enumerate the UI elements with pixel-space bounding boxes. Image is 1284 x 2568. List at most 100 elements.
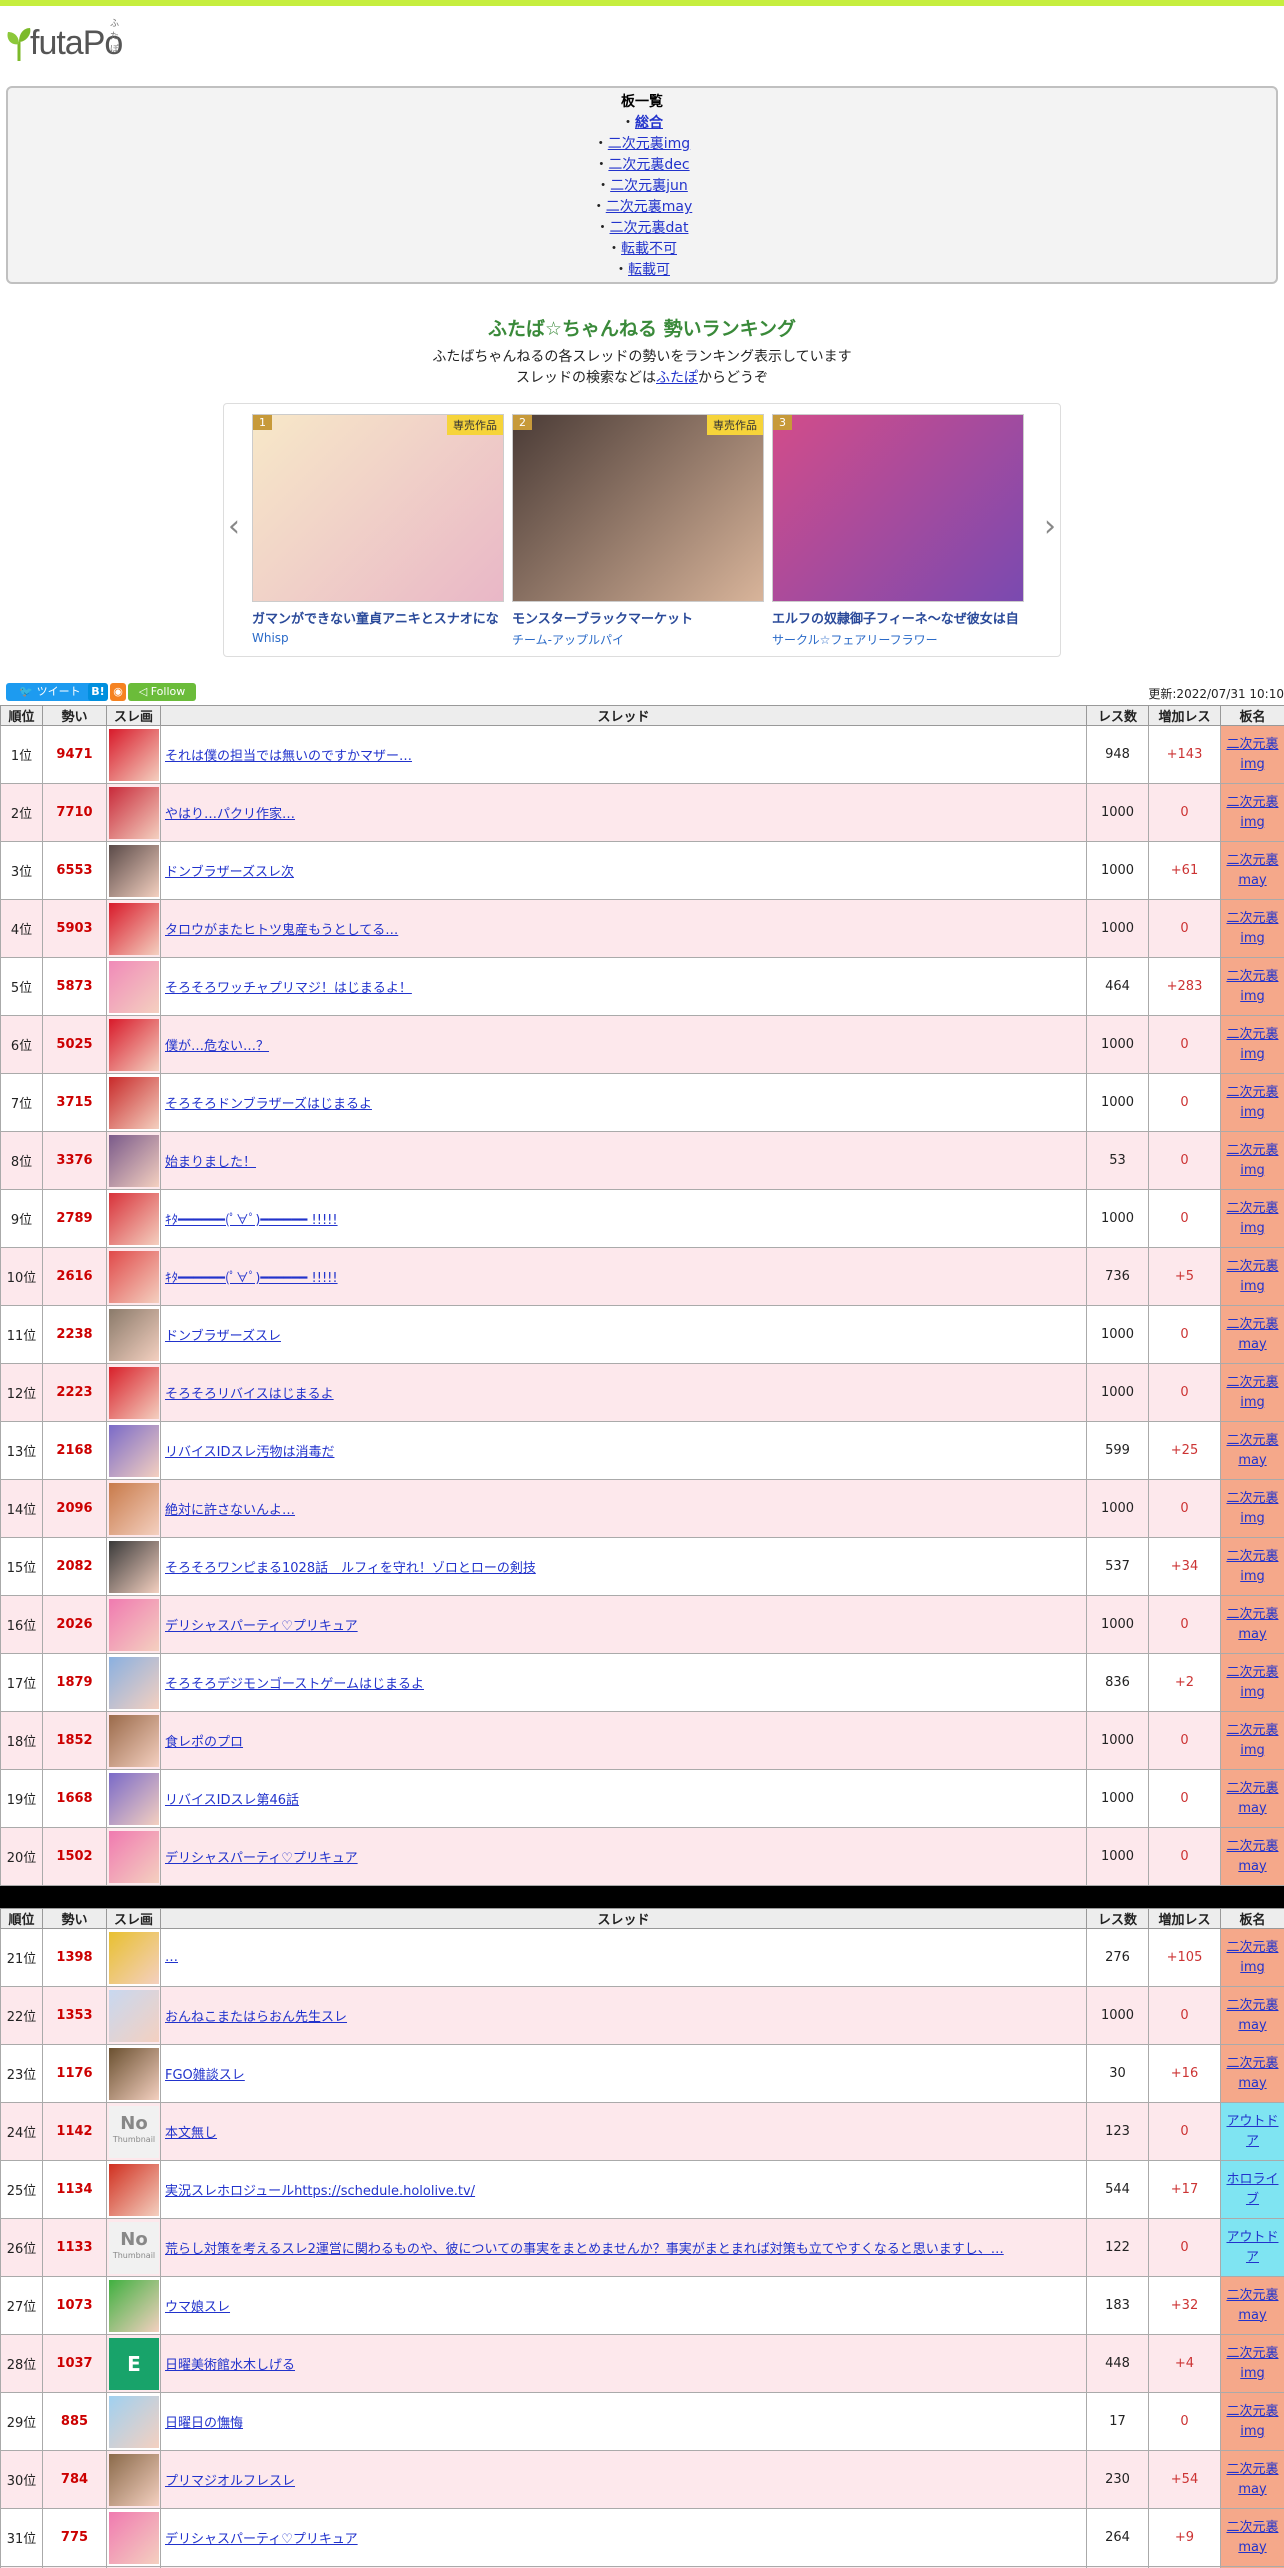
thumbnail-cell[interactable]: No Thumbnail <box>106 2218 161 2277</box>
board-name-link[interactable]: img <box>1240 1569 1265 1584</box>
thumbnail-cell[interactable] <box>106 1928 161 1987</box>
thread-title-link[interactable]: … <box>165 1950 178 1965</box>
board-name-link[interactable]: img <box>1240 1163 1265 1178</box>
carousel-slide[interactable]: 1 専売作品 ガマンができない童貞アニキとスナオにな Whisp <box>252 414 504 645</box>
thumbnail-cell[interactable] <box>106 841 161 900</box>
board-name-link[interactable]: img <box>1240 1047 1265 1062</box>
slide-title[interactable]: ガマンができない童貞アニキとスナオにな <box>252 608 504 627</box>
thread-title-link[interactable]: ドンブラザーズスレ次 <box>165 865 294 880</box>
board-name-link[interactable]: 二次元裏 <box>1226 2404 1278 2419</box>
board-name-link[interactable]: img <box>1240 815 1265 830</box>
board-link[interactable]: 転載可 <box>628 262 670 278</box>
thread-thumbnail-image[interactable] <box>109 844 159 897</box>
thumbnail-cell[interactable] <box>106 2160 161 2219</box>
thread-thumbnail-image[interactable] <box>109 1714 159 1767</box>
board-name-link[interactable]: may <box>1238 1859 1266 1874</box>
board-name-link[interactable]: 二次元裏 <box>1226 2346 1278 2361</box>
thumbnail-cell[interactable] <box>106 783 161 842</box>
thumbnail-cell[interactable] <box>106 1363 161 1422</box>
thumbnail-cell[interactable] <box>106 2276 161 2335</box>
thread-thumbnail-image[interactable] <box>109 1076 159 1129</box>
board-name-link[interactable]: 二次元裏 <box>1226 1781 1278 1796</box>
board-name-link[interactable]: 二次元裏 <box>1226 1491 1278 1506</box>
thumbnail-cell[interactable] <box>106 1305 161 1364</box>
board-name-link[interactable]: may <box>1238 2482 1266 2497</box>
board-name-link[interactable]: img <box>1240 1395 1265 1410</box>
thread-title-link[interactable]: 本文無し <box>165 2126 217 2141</box>
board-name-link[interactable]: 二次元裏 <box>1226 1940 1278 1955</box>
board-name-link[interactable]: img <box>1240 1743 1265 1758</box>
follow-button[interactable]: ◁ Follow <box>128 683 196 701</box>
thread-thumbnail-image[interactable] <box>109 2163 159 2216</box>
thread-thumbnail-image[interactable] <box>109 1989 159 2042</box>
board-link[interactable]: 二次元裏may <box>606 199 693 215</box>
board-name-link[interactable]: may <box>1238 1453 1266 1468</box>
board-name-link[interactable]: may <box>1238 2308 1266 2323</box>
board-name-link[interactable]: 二次元裏 <box>1226 1665 1278 1680</box>
board-name-link[interactable]: may <box>1238 2018 1266 2033</box>
board-name-link[interactable]: img <box>1240 1221 1265 1236</box>
board-name-link[interactable]: 二次元裏 <box>1226 2288 1278 2303</box>
board-name-link[interactable]: 二次元裏 <box>1226 1201 1278 1216</box>
thread-title-link[interactable]: デリシャスパーティ♡プリキュア <box>165 2532 358 2547</box>
board-name-link[interactable]: 二次元裏 <box>1226 1607 1278 1622</box>
board-link[interactable]: 二次元裏dec <box>608 157 689 173</box>
thumbnail-cell[interactable] <box>106 725 161 784</box>
thread-thumbnail-image[interactable] <box>109 1482 159 1535</box>
board-name-link[interactable]: ホロライブ <box>1226 2172 1278 2207</box>
board-name-link[interactable]: 二次元裏 <box>1226 2056 1278 2071</box>
thumbnail-cell[interactable] <box>106 1015 161 1074</box>
thread-thumbnail-image[interactable] <box>109 2453 159 2506</box>
no-thumbnail-image[interactable]: No Thumbnail <box>109 2105 159 2158</box>
board-link[interactable]: 転載不可 <box>621 241 677 257</box>
board-name-link[interactable]: img <box>1240 1960 1265 1975</box>
board-name-link[interactable]: img <box>1240 1685 1265 1700</box>
thread-thumbnail-image[interactable] <box>109 1250 159 1303</box>
thumbnail-cell[interactable] <box>106 2044 161 2103</box>
thumbnail-cell[interactable] <box>106 2450 161 2509</box>
board-name-link[interactable]: img <box>1240 2424 1265 2439</box>
thumbnail-cell[interactable]: No Thumbnail <box>106 2102 161 2161</box>
slide-circle[interactable]: チーム-アップルパイ <box>512 631 764 648</box>
thumbnail-cell[interactable] <box>106 2508 161 2567</box>
thread-title-link[interactable]: デリシャスパーティ♡プリキュア <box>165 1619 358 1634</box>
futapo-link[interactable]: ふたぽ <box>656 370 698 386</box>
thread-thumbnail-image[interactable] <box>109 1308 159 1361</box>
board-name-link[interactable]: 二次元裏 <box>1226 737 1278 752</box>
hatena-bookmark-button[interactable]: B! <box>88 683 108 701</box>
board-name-link[interactable]: 二次元裏 <box>1226 2520 1278 2535</box>
board-name-link[interactable]: img <box>1240 989 1265 1004</box>
board-name-link[interactable]: 二次元裏 <box>1226 1027 1278 1042</box>
board-name-link[interactable]: img <box>1240 1279 1265 1294</box>
thumbnail-cell[interactable] <box>106 1711 161 1770</box>
thread-thumbnail-image[interactable] <box>109 1192 159 1245</box>
thread-thumbnail-image[interactable] <box>109 786 159 839</box>
thumbnail-cell[interactable] <box>106 1537 161 1596</box>
board-name-link[interactable]: may <box>1238 1801 1266 1816</box>
thumbnail-cell[interactable] <box>106 1769 161 1828</box>
tweet-button[interactable]: 🐦 ツイート <box>6 683 94 701</box>
thread-title-link[interactable]: リバイスIDスレ汚物は消毒だ <box>165 1445 334 1460</box>
board-name-link[interactable]: 二次元裏 <box>1226 1723 1278 1738</box>
slide-title[interactable]: エルフの奴隷御子フィーネ～なぜ彼女は自 <box>772 608 1024 627</box>
thread-title-link[interactable]: リバイスIDスレ第46話 <box>165 1793 299 1808</box>
thread-thumbnail-image[interactable] <box>109 1424 159 1477</box>
thread-thumbnail-image[interactable] <box>109 1656 159 1709</box>
slide-image[interactable]: 2 専売作品 <box>512 414 764 602</box>
thread-thumbnail-image[interactable] <box>109 728 159 781</box>
board-name-link[interactable]: 二次元裏 <box>1226 1143 1278 1158</box>
board-name-link[interactable]: may <box>1238 2076 1266 2091</box>
board-name-link[interactable]: 二次元裏 <box>1226 2462 1278 2477</box>
thumbnail-cell[interactable] <box>106 1421 161 1480</box>
thread-title-link[interactable]: 実況スレホロジュールhttps://schedule.hololive.tv/ <box>165 2184 475 2199</box>
slide-image[interactable]: 3 <box>772 414 1024 602</box>
thread-thumbnail-image[interactable] <box>109 1830 159 1883</box>
board-name-link[interactable]: may <box>1238 873 1266 888</box>
carousel-slide[interactable]: 2 専売作品 モンスターブラックマーケット チーム-アップルパイ <box>512 414 764 648</box>
thread-thumbnail-image[interactable] <box>109 960 159 1013</box>
board-name-link[interactable]: may <box>1238 1627 1266 1642</box>
rss-icon[interactable]: ◉ <box>110 683 126 701</box>
thread-title-link[interactable]: ドンブラザーズスレ <box>165 1329 281 1344</box>
board-name-link[interactable]: 二次元裏 <box>1226 1375 1278 1390</box>
thread-title-link[interactable]: ウマ娘スレ <box>165 2300 230 2315</box>
